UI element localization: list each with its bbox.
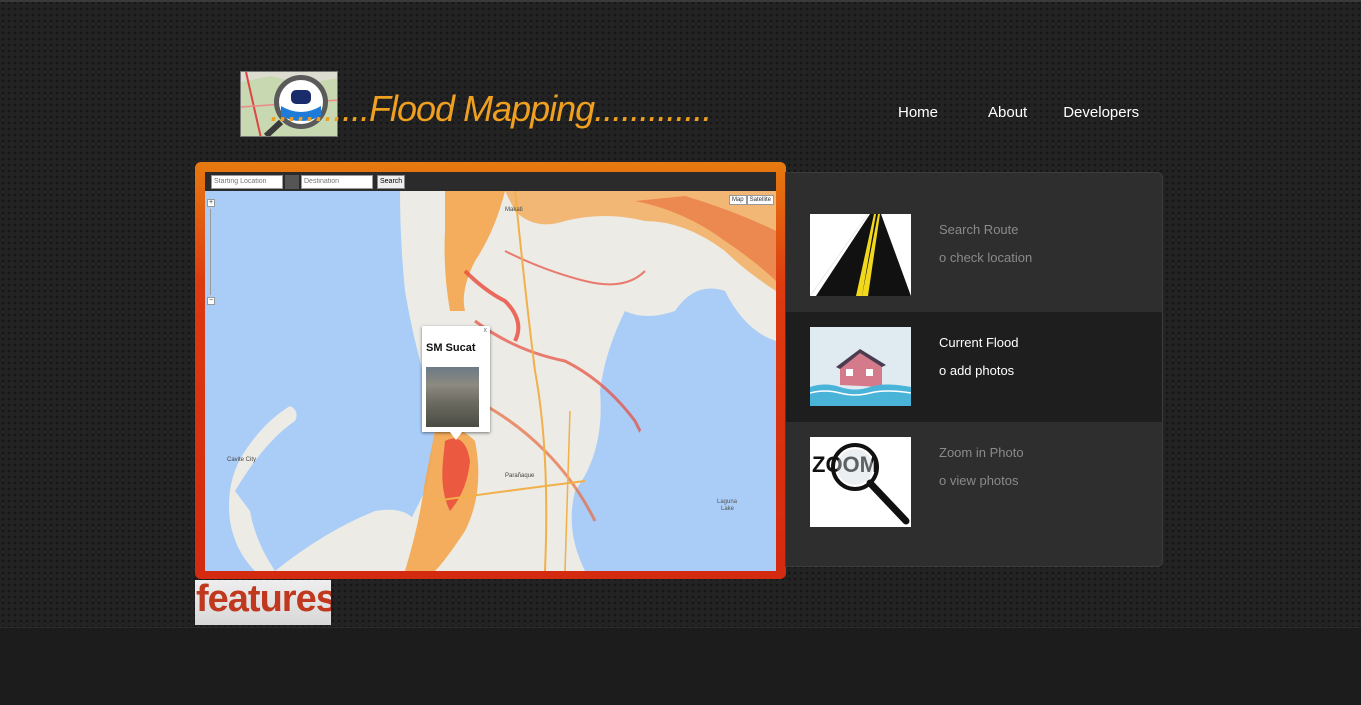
footer [0, 627, 1361, 705]
svg-text:Parañaque: Parañaque [505, 473, 535, 479]
close-icon[interactable]: x [484, 327, 488, 334]
feature-search-route[interactable]: Search Route o check location [786, 173, 1162, 312]
feature-subtitle: o check location [939, 250, 1033, 265]
svg-text:Lake: Lake [721, 506, 735, 512]
zoom-slider[interactable] [210, 209, 211, 295]
nav-home[interactable]: Home [880, 104, 956, 121]
map-info-window: x SM Sucat [422, 326, 490, 440]
flood-photo[interactable] [426, 367, 479, 427]
feature-current-flood[interactable]: Current Flood o add photos [786, 312, 1162, 422]
feature-title: Search Route [939, 222, 1019, 237]
zoom-magnifier-icon: ZOOM [810, 437, 911, 527]
site-title: ...........Flood Mapping............. [270, 88, 712, 129]
map-type-satellite[interactable]: Satellite [746, 195, 774, 205]
main-nav: Home About Developers [880, 104, 1157, 121]
map-frame: Search [195, 162, 786, 579]
destination-input[interactable] [301, 174, 373, 189]
features-panel: Search Route o check location Current Fl… [785, 172, 1163, 567]
starting-location-input[interactable] [211, 174, 283, 189]
swap-separator [285, 174, 299, 189]
feature-title: Current Flood [939, 335, 1019, 350]
search-route-button[interactable]: Search [377, 174, 406, 189]
feature-subtitle: o view photos [939, 473, 1019, 488]
zoom-in-button[interactable]: + [207, 199, 215, 207]
svg-text:Cavite City: Cavite City [227, 457, 256, 463]
nav-developers[interactable]: Developers [1045, 104, 1157, 121]
map-type-map[interactable]: Map [728, 195, 747, 205]
features-badge: features [195, 580, 331, 625]
road-icon [810, 214, 911, 296]
features-badge-text: features [196, 580, 331, 620]
info-window-title: SM Sucat [426, 342, 476, 354]
info-window-pointer [450, 432, 462, 440]
feature-zoom-photo[interactable]: ZOOM Zoom in Photo o view photos [786, 422, 1162, 566]
svg-text:Laguna: Laguna [717, 499, 738, 505]
map-type-control: Map Satellite [728, 195, 774, 205]
flooded-house-icon [810, 327, 911, 406]
route-search-bar: Search [205, 172, 776, 191]
feature-subtitle: o add photos [939, 363, 1015, 378]
map-tiles: Laguna Lake Cavite City Parañaque Makati [205, 190, 776, 571]
zoom-out-button[interactable]: − [207, 297, 215, 305]
map-canvas[interactable]: Laguna Lake Cavite City Parañaque Makati… [205, 190, 776, 571]
svg-text:Makati: Makati [505, 207, 523, 213]
flood-map[interactable]: Search [205, 172, 776, 571]
top-border [0, 0, 1361, 2]
zoom-control: + − [207, 199, 215, 307]
nav-about[interactable]: About [956, 104, 1045, 121]
feature-title: Zoom in Photo [939, 445, 1024, 460]
